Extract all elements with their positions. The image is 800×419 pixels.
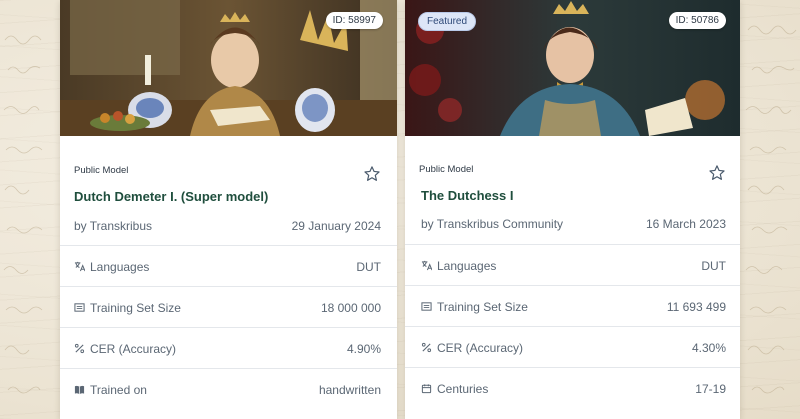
training-set-icon	[421, 302, 432, 311]
detail-label: Training Set Size	[90, 301, 181, 315]
detail-row-centuries: Centuries 17-19	[405, 367, 740, 408]
model-date: 29 January 2024	[291, 219, 381, 233]
model-cover-image: Featured ID: 50786	[405, 0, 740, 136]
model-details: Languages DUT Training Set Size 11 693 4…	[405, 244, 740, 408]
model-card[interactable]: ID: 58997 Public Model Dutch Demeter I. …	[60, 0, 397, 419]
model-details: Languages DUT Training Set Size 18 000 0…	[60, 245, 397, 409]
detail-row-languages: Languages DUT	[405, 244, 740, 285]
detail-label: CER (Accuracy)	[437, 341, 524, 355]
detail-value: handwritten	[318, 383, 381, 397]
detail-value: 11 693 499	[666, 300, 726, 314]
detail-label: CER (Accuracy)	[90, 342, 177, 356]
detail-label: Languages	[437, 259, 497, 273]
calendar-icon	[421, 384, 432, 394]
detail-label: Trained on	[90, 383, 147, 397]
translate-icon	[421, 260, 432, 271]
featured-badge: Featured	[418, 12, 477, 31]
detail-label: Training Set Size	[437, 300, 528, 314]
training-set-icon	[74, 303, 85, 312]
model-card[interactable]: Featured ID: 50786 Public Model The Dutc…	[405, 0, 740, 419]
detail-row-cer: CER (Accuracy) 4.30%	[405, 326, 740, 367]
translate-icon	[74, 261, 85, 272]
visibility-label: Public Model	[419, 164, 474, 175]
detail-row-languages: Languages DUT	[60, 245, 397, 286]
book-icon	[74, 385, 85, 395]
percent-icon	[421, 342, 432, 353]
detail-row-training-set: Training Set Size 18 000 000	[60, 286, 397, 327]
model-id-badge: ID: 50786	[668, 12, 726, 29]
favorite-star-icon[interactable]	[363, 165, 381, 183]
detail-value: 18 000 000	[320, 301, 381, 315]
detail-value: 4.90%	[346, 342, 381, 356]
model-title[interactable]: The Dutchess I	[421, 188, 513, 203]
percent-icon	[74, 343, 85, 354]
detail-value: 4.30%	[691, 341, 726, 355]
model-date: 16 March 2023	[645, 217, 726, 231]
detail-value: DUT	[701, 259, 726, 273]
model-author: by Transkribus Community	[421, 217, 564, 231]
model-author: by Transkribus	[74, 219, 153, 233]
detail-row-trained-on: Trained on handwritten	[60, 368, 397, 409]
favorite-star-icon[interactable]	[708, 164, 726, 182]
model-title[interactable]: Dutch Demeter I. (Super model)	[74, 189, 268, 204]
detail-row-training-set: Training Set Size 11 693 499	[405, 285, 740, 326]
detail-row-cer: CER (Accuracy) 4.90%	[60, 327, 397, 368]
detail-label: Centuries	[437, 382, 489, 396]
detail-value: DUT	[356, 260, 381, 274]
model-id-badge: ID: 58997	[325, 12, 383, 29]
detail-value: 17-19	[695, 382, 726, 396]
model-cover-image: ID: 58997	[60, 0, 397, 136]
visibility-label: Public Model	[74, 165, 129, 176]
detail-label: Languages	[90, 260, 150, 274]
